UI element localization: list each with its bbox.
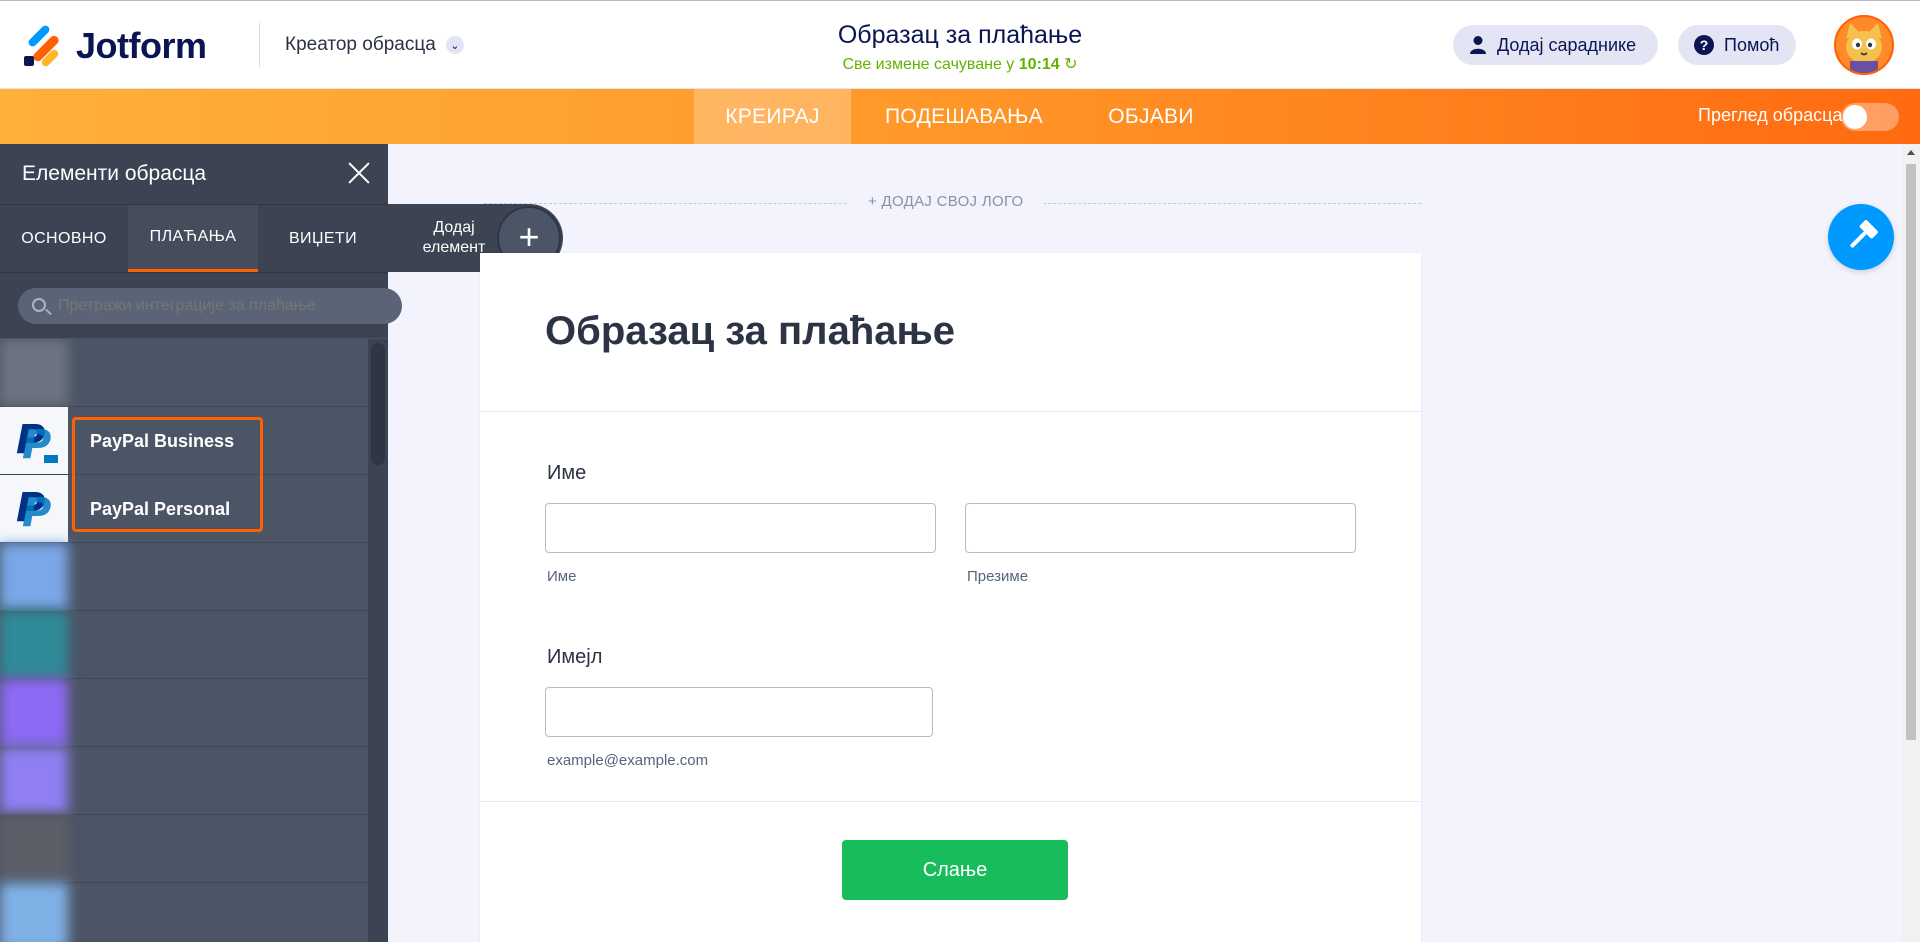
tab-payments[interactable]: ПЛАЋАЊА bbox=[128, 205, 258, 273]
email-sublabel: example@example.com bbox=[547, 752, 709, 769]
logo-text: Jotform bbox=[76, 25, 207, 66]
avatar[interactable] bbox=[1834, 15, 1894, 75]
integration-icon bbox=[0, 543, 68, 610]
integration-icon bbox=[0, 883, 68, 942]
form-card: Образац за плаћање Име Име Презиме Имејл… bbox=[480, 253, 1421, 942]
divider bbox=[480, 411, 1421, 412]
help-label: Помоћ bbox=[1724, 34, 1780, 55]
saved-prefix: Све измене сачуване у bbox=[842, 56, 1015, 73]
help-button[interactable]: ? Помоћ bbox=[1678, 25, 1796, 65]
scrollbar-thumb[interactable] bbox=[371, 343, 385, 465]
list-item[interactable] bbox=[0, 611, 368, 679]
collab-label: Додај сараднике bbox=[1497, 34, 1637, 55]
tab-label: КРЕИРАЈ bbox=[725, 104, 820, 128]
list-item[interactable] bbox=[0, 339, 368, 407]
integration-icon bbox=[0, 815, 68, 882]
add-logo-button[interactable]: + ДОДАЈ СВОЈ ЛОГО bbox=[848, 193, 1044, 210]
tab-label: ОБЈАВИ bbox=[1108, 104, 1194, 128]
first-name-input[interactable] bbox=[545, 503, 936, 553]
list-item-paypal-business[interactable]: PP PayPal Business bbox=[0, 407, 368, 475]
list-item[interactable] bbox=[0, 679, 368, 747]
tab-basic[interactable]: ОСНОВНО bbox=[0, 205, 128, 273]
header-divider bbox=[259, 23, 260, 67]
panel-header: Елементи обрасца bbox=[0, 144, 388, 204]
form-preview-label: Преглед обрасца bbox=[1698, 105, 1843, 125]
toggle-knob bbox=[1843, 105, 1867, 129]
user-icon bbox=[1470, 36, 1486, 54]
payment-integrations-list: PP PayPal Business PP PayPal Personal bbox=[0, 339, 368, 942]
form-heading[interactable]: Образац за плаћање bbox=[545, 309, 955, 354]
tab-build[interactable]: КРЕИРАЈ bbox=[694, 89, 851, 144]
form-elements-panel: Елементи обрасца ОСНОВНО ПЛАЋАЊА ВИЏЕТИ … bbox=[0, 144, 402, 942]
integration-icon bbox=[0, 339, 68, 406]
top-bar: Jotform Креатор обрасца ⌄ Образац за пла… bbox=[0, 0, 1920, 89]
email-field[interactable] bbox=[545, 687, 933, 737]
list-item[interactable] bbox=[0, 747, 368, 815]
integration-icon bbox=[0, 747, 68, 814]
svg-text:?: ? bbox=[1700, 37, 1709, 53]
first-name-sublabel: Име bbox=[547, 568, 577, 585]
tab-widgets[interactable]: ВИЏЕТИ bbox=[258, 205, 388, 273]
page-scrollbar[interactable] bbox=[1902, 144, 1920, 942]
form-designer-button[interactable] bbox=[1828, 204, 1894, 270]
chevron-down-icon: ⌄ bbox=[445, 36, 464, 54]
cat-avatar-icon bbox=[1836, 17, 1892, 73]
close-icon[interactable] bbox=[344, 158, 374, 188]
scrollbar-thumb[interactable] bbox=[1906, 164, 1916, 740]
add-element-label: Додај елемент bbox=[422, 219, 486, 256]
main-nav: КРЕИРАЈ ПОДЕШАВАЊА ОБЈАВИ Преглед обрасц… bbox=[0, 89, 1920, 144]
paypal-icon: PP bbox=[0, 475, 68, 542]
jotform-logo[interactable]: Jotform bbox=[24, 23, 207, 68]
submit-button[interactable]: Слање bbox=[842, 840, 1068, 900]
panel-title: Елементи обрасца bbox=[22, 162, 207, 185]
list-item[interactable] bbox=[0, 883, 368, 942]
search-icon bbox=[32, 298, 46, 312]
list-item-label bbox=[90, 363, 120, 384]
list-item-paypal-personal[interactable]: PP PayPal Personal bbox=[0, 475, 368, 543]
tab-publish[interactable]: ОБЈАВИ bbox=[1093, 89, 1209, 144]
panel-scrollbar[interactable] bbox=[368, 339, 388, 942]
jotform-logo-icon bbox=[24, 23, 62, 68]
paypal-business-icon: PP bbox=[0, 407, 68, 474]
tab-label: ПОДЕШАВАЊА bbox=[885, 104, 1043, 128]
search-input[interactable] bbox=[18, 288, 402, 324]
paint-roller-icon bbox=[1850, 220, 1878, 248]
refresh-icon[interactable]: ↻ bbox=[1064, 56, 1077, 73]
list-item[interactable] bbox=[0, 543, 368, 611]
list-item-label: PayPal Business bbox=[90, 431, 235, 451]
question-icon: ? bbox=[1694, 35, 1714, 55]
integration-icon bbox=[0, 611, 68, 678]
integration-icon bbox=[0, 679, 68, 746]
form-preview-toggle[interactable] bbox=[1841, 103, 1899, 131]
tab-settings[interactable]: ПОДЕШАВАЊА bbox=[868, 89, 1060, 144]
scroll-up-icon[interactable] bbox=[1907, 150, 1915, 155]
email-label: Имејл bbox=[547, 646, 603, 668]
last-name-input[interactable] bbox=[965, 503, 1356, 553]
tab-label: ПЛАЋАЊА bbox=[149, 228, 237, 245]
add-collaborators-button[interactable]: Додај сараднике bbox=[1453, 25, 1658, 65]
name-label: Име bbox=[547, 462, 587, 484]
panel-tabs: ОСНОВНО ПЛАЋАЊА ВИЏЕТИ bbox=[0, 204, 388, 273]
list-item-label: PayPal Personal bbox=[90, 499, 231, 519]
search-area bbox=[0, 272, 402, 338]
tab-label: ВИЏЕТИ bbox=[288, 230, 358, 247]
divider bbox=[480, 801, 1421, 802]
list-item[interactable] bbox=[0, 815, 368, 883]
tab-label: ОСНОВНО bbox=[21, 230, 107, 247]
last-name-sublabel: Презиме bbox=[967, 568, 1029, 585]
form-creator-dropdown[interactable]: Креатор обрасца ⌄ bbox=[285, 34, 464, 56]
creator-label: Креатор обрасца bbox=[285, 34, 436, 55]
saved-time: 10:14 bbox=[1018, 56, 1060, 73]
